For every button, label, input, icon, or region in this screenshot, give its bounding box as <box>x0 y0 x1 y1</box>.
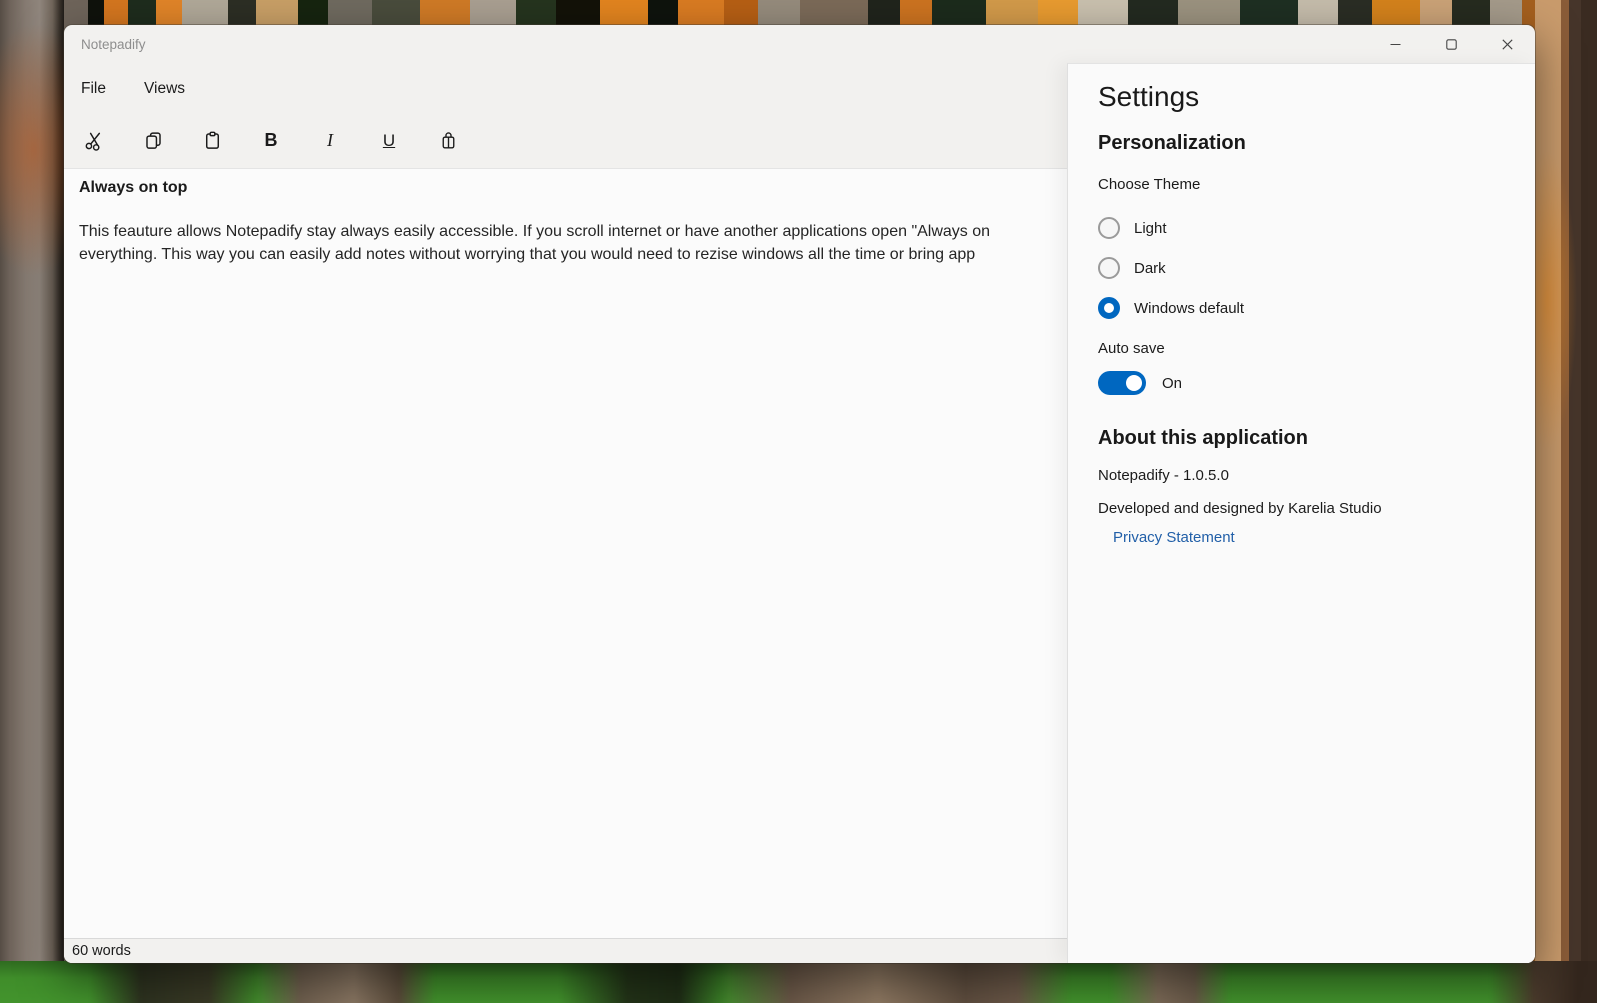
wallpaper-grass <box>0 961 1597 1003</box>
theme-option-windows-default[interactable]: Windows default <box>1098 288 1507 328</box>
word-count: 60 words <box>72 943 131 959</box>
theme-option-label: Light <box>1134 220 1167 237</box>
close-icon <box>1502 39 1513 50</box>
theme-option-label: Dark <box>1134 260 1166 277</box>
paste-icon <box>202 130 223 151</box>
titlebar[interactable]: Notepadify <box>64 25 1535 63</box>
caption-buttons <box>1367 25 1535 63</box>
menubar: File Views <box>64 65 1044 113</box>
italic-button[interactable]: I <box>310 121 350 161</box>
radio-icon <box>1098 257 1120 279</box>
auto-save-label: Auto save <box>1098 338 1507 360</box>
choose-theme-label: Choose Theme <box>1098 174 1507 196</box>
personalization-heading: Personalization <box>1098 128 1507 158</box>
settings-panel: Settings Personalization Choose Theme Li… <box>1067 63 1535 963</box>
wallpaper-tree-trunk-left <box>0 0 64 963</box>
about-version: Notepadify - 1.0.5.0 <box>1098 465 1507 487</box>
paste-button[interactable] <box>192 121 232 161</box>
copy-icon <box>143 130 164 151</box>
auto-save-toggle[interactable] <box>1098 371 1146 395</box>
wallpaper-trunk-base <box>255 961 435 1003</box>
auto-save-toggle-row: On <box>1098 369 1507 397</box>
wallpaper-trunk-base <box>560 961 730 1003</box>
minimize-button[interactable] <box>1367 25 1423 63</box>
theme-option-light[interactable]: Light <box>1098 208 1507 248</box>
bag-icon <box>438 130 459 151</box>
radio-icon <box>1098 217 1120 239</box>
menu-file[interactable]: File <box>81 80 106 98</box>
copy-button[interactable] <box>133 121 173 161</box>
italic-icon: I <box>327 130 333 151</box>
app-window: Notepadify File Views <box>64 25 1535 963</box>
theme-option-label: Windows default <box>1134 300 1244 317</box>
privacy-statement-link[interactable]: Privacy Statement <box>1113 527 1235 549</box>
window-title: Notepadify <box>81 37 146 52</box>
cut-button[interactable] <box>74 121 114 161</box>
wallpaper-trunk-base <box>1490 961 1597 1003</box>
toolbar: B I U <box>64 113 1044 168</box>
radio-selected-icon <box>1098 297 1120 319</box>
bag-button[interactable] <box>428 121 468 161</box>
maximize-icon <box>1446 39 1457 50</box>
wallpaper-trunk-base <box>720 961 1070 1003</box>
maximize-button[interactable] <box>1423 25 1479 63</box>
theme-radio-group: Light Dark Windows default <box>1098 208 1507 328</box>
menu-views[interactable]: Views <box>144 80 185 98</box>
settings-title: Settings <box>1098 78 1507 116</box>
about-developer: Developed and designed by Karelia Studio <box>1098 498 1507 520</box>
minimize-icon <box>1390 39 1401 50</box>
theme-option-dark[interactable]: Dark <box>1098 248 1507 288</box>
about-heading: About this application <box>1098 423 1507 453</box>
auto-save-state: On <box>1162 375 1182 392</box>
wallpaper-trunk-base <box>90 961 260 1003</box>
bold-icon: B <box>265 130 278 151</box>
underline-button[interactable]: U <box>369 121 409 161</box>
underline-icon: U <box>383 131 395 151</box>
wallpaper-trunk-base <box>1110 961 1230 1003</box>
cut-icon <box>84 130 105 151</box>
wallpaper-tree-trunk-right <box>1535 0 1597 963</box>
bold-button[interactable]: B <box>251 121 291 161</box>
close-button[interactable] <box>1479 25 1535 63</box>
toggle-knob-icon <box>1126 375 1142 391</box>
